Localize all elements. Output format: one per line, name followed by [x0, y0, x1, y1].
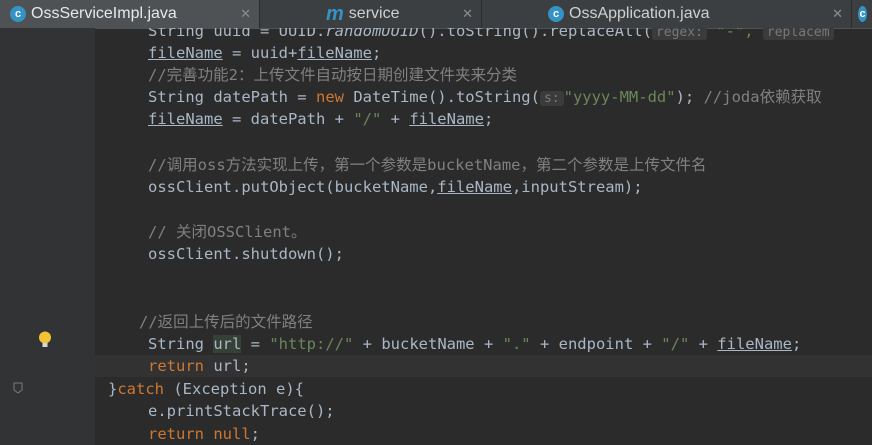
tab-label: OssApplication.java	[569, 5, 710, 22]
code-comment: // 关闭OSSClient。	[148, 223, 307, 241]
tab-service[interactable]: m service ✕	[260, 0, 482, 28]
class-file-icon: c	[548, 6, 564, 22]
tab-overflow[interactable]: c	[852, 0, 872, 28]
code-line: e.printStackTrace();	[148, 402, 335, 420]
code-line: }catch (Exception e){	[108, 380, 304, 398]
code-line: return url;	[148, 357, 251, 375]
code-line: String datePath = new DateTime().toStrin…	[148, 88, 822, 106]
module-icon: m	[326, 2, 344, 25]
code-line: String url = "http://" + bucketName + ".…	[148, 335, 802, 353]
class-file-icon: c	[10, 6, 26, 22]
code-line: return null;	[148, 425, 261, 443]
code-comment: //完善功能2：上传文件自动按日期创建文件夹来分类	[148, 66, 517, 84]
editor-tab-bar: c OssServiceImpl.java ✕ m service ✕ c Os…	[0, 0, 872, 29]
editor-gutter	[0, 28, 95, 445]
tab-oss-service-impl[interactable]: c OssServiceImpl.java ✕	[0, 0, 260, 28]
code-line: fileName = datePath + "/" + fileName;	[148, 110, 494, 128]
code-line: ossClient.putObject(bucketName,fileName,…	[148, 178, 643, 196]
code-line: fileName = uuid+fileName;	[148, 44, 382, 62]
code-line: ossClient.shutdown();	[148, 245, 344, 263]
tab-label: OssServiceImpl.java	[31, 5, 177, 22]
tab-label: service	[348, 5, 400, 22]
close-tab-icon[interactable]: ✕	[832, 6, 843, 22]
close-tab-icon[interactable]: ✕	[462, 6, 473, 22]
code-comment: //调用oss方法实现上传，第一个参数是bucketName，第二个参数是上传文…	[148, 156, 707, 174]
code-comment: //返回上传后的文件路径	[139, 313, 313, 331]
code-line: String uuid = UUID.randomUUID().toString…	[148, 28, 834, 42]
close-tab-icon[interactable]: ✕	[240, 6, 251, 22]
lightbulb-icon[interactable]	[38, 331, 52, 349]
fold-marker-icon[interactable]	[13, 382, 23, 394]
code-editor[interactable]: String uuid = UUID.randomUUID().toString…	[95, 28, 872, 445]
class-file-icon: c	[858, 6, 867, 22]
tab-oss-application[interactable]: c OssApplication.java ✕	[482, 0, 852, 28]
